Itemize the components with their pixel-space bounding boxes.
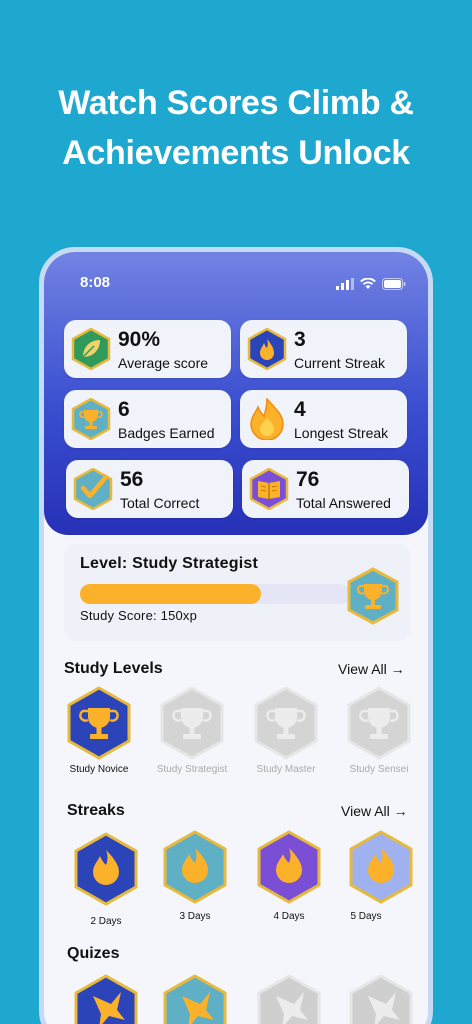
quiz-badge-2[interactable] — [162, 974, 228, 1024]
stat-badges-earned: 6 Badges Earned — [64, 390, 231, 448]
quiz-badge-1[interactable] — [73, 974, 139, 1024]
headline-line-2: Achievements Unlock — [62, 134, 410, 172]
flame-icon — [247, 328, 287, 370]
level-score: Study Score: 150xp — [80, 608, 198, 623]
study-sensei-label: Study Sensei — [349, 764, 409, 775]
streak-3-days-badge[interactable] — [162, 830, 228, 904]
stats-header: 8:08 90% Average score 3 Current Streak … — [44, 252, 428, 535]
leaf-icon — [71, 328, 111, 370]
quiz-badge-3[interactable] — [256, 974, 322, 1024]
checkmark-icon — [73, 468, 113, 510]
phone-frame: 8:08 90% Average score 3 Current Streak … — [39, 247, 433, 1024]
status-bar: 8:08 — [44, 272, 428, 296]
study-master-badge[interactable] — [253, 686, 319, 760]
headline: Watch Scores Climb & Achievements Unlock — [0, 78, 472, 178]
signal-icon — [336, 278, 354, 290]
streak-2-days-badge[interactable] — [73, 832, 139, 906]
level-card: Level: Study Strategist Study Score: 150… — [64, 544, 410, 641]
big-flame-icon — [250, 398, 284, 440]
study-levels-view-all-link[interactable]: View All → — [338, 661, 405, 677]
study-master-label: Study Master — [256, 764, 316, 775]
trophy-icon — [71, 398, 111, 440]
study-novice-badge[interactable] — [66, 686, 132, 760]
study-strategist-badge[interactable] — [159, 686, 225, 760]
stat-total-correct: 56 Total Correct — [66, 460, 233, 518]
battery-icon — [382, 278, 406, 290]
level-progress-bar — [80, 584, 350, 604]
study-sensei-badge[interactable] — [346, 686, 412, 760]
status-time: 8:08 — [80, 274, 111, 291]
wifi-icon — [360, 278, 376, 289]
quiz-badge-4[interactable] — [348, 974, 414, 1024]
study-levels-title: Study Levels — [64, 660, 163, 677]
streak-5-days-badge[interactable] — [348, 830, 414, 904]
streak-4-days-badge[interactable] — [256, 830, 322, 904]
level-progress-fill — [80, 584, 261, 604]
trophy-icon — [347, 567, 399, 625]
book-icon — [249, 468, 289, 510]
streak-4-days-label: 4 Days — [273, 911, 305, 922]
stat-longest-streak: 4 Longest Streak — [240, 390, 407, 448]
quizzes-title: Quizes — [67, 945, 120, 962]
study-strategist-label: Study Strategist — [156, 764, 228, 775]
streaks-view-all-link[interactable]: View All → — [341, 803, 408, 819]
study-novice-label: Study Novice — [69, 764, 129, 775]
streak-2-days-label: 2 Days — [90, 916, 122, 927]
headline-line-1: Watch Scores Climb & — [58, 84, 414, 122]
stat-average-score: 90% Average score — [64, 320, 231, 378]
stat-current-streak: 3 Current Streak — [240, 320, 407, 378]
streak-3-days-label: 3 Days — [179, 911, 211, 922]
stat-total-answered: 76 Total Answered — [242, 460, 409, 518]
streak-5-days-label: 5 Days — [350, 911, 382, 922]
level-title: Level: Study Strategist — [80, 555, 258, 572]
streaks-title: Streaks — [67, 802, 125, 819]
